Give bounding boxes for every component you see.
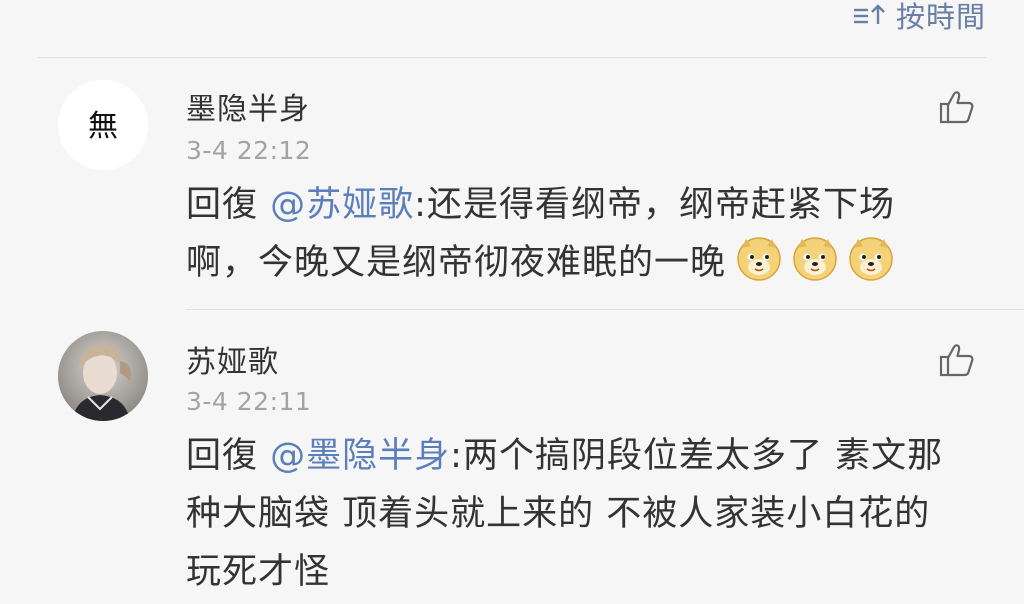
timestamp: 3-4 22:11 — [186, 387, 312, 416]
comment-item: 無 墨隐半身 3-4 22:12 回復 @苏娅歌:还是得看纲帝，纲帝赶紧下场啊，… — [0, 58, 1024, 310]
mention-link[interactable]: @苏娅歌 — [270, 185, 414, 225]
doge-emoji — [848, 236, 894, 282]
reply-prefix: 回復 — [186, 185, 259, 225]
doge-emoji — [792, 236, 838, 282]
ink-calligraphy-avatar[interactable]: 無 — [58, 80, 148, 170]
comment-text: 回復 @墨隐半身:两个搞阴段位差太多了 素文那种大脑袋 顶着头就上来的 不被人家… — [186, 427, 966, 601]
timestamp: 3-4 22:12 — [186, 136, 312, 165]
sort-icon — [852, 2, 886, 28]
username[interactable]: 苏娅歌 — [186, 337, 279, 381]
username[interactable]: 墨隐半身 — [186, 84, 310, 128]
doge-emoji — [736, 236, 782, 282]
mention-link[interactable]: @墨隐半身 — [270, 436, 450, 476]
thumbs-up-icon — [939, 344, 974, 377]
like-button[interactable] — [938, 341, 976, 379]
avatar-text: 無 — [88, 109, 118, 144]
like-button[interactable] — [938, 88, 976, 126]
thumbs-up-icon — [939, 91, 974, 124]
user-photo-avatar[interactable] — [58, 331, 148, 421]
reply-prefix: 回復 — [186, 436, 259, 476]
comment-text: 回復 @苏娅歌:还是得看纲帝，纲帝赶紧下场啊，今晚又是纲帝彻夜难眠的一晚 — [186, 176, 966, 292]
comment-item: 苏娅歌 3-4 22:11 回復 @墨隐半身:两个搞阴段位差太多了 素文那种大脑… — [0, 311, 1024, 604]
sort-control[interactable]: 按時間 — [852, 0, 986, 36]
divider — [186, 309, 1024, 310]
sort-label[interactable]: 按時間 — [896, 0, 986, 36]
